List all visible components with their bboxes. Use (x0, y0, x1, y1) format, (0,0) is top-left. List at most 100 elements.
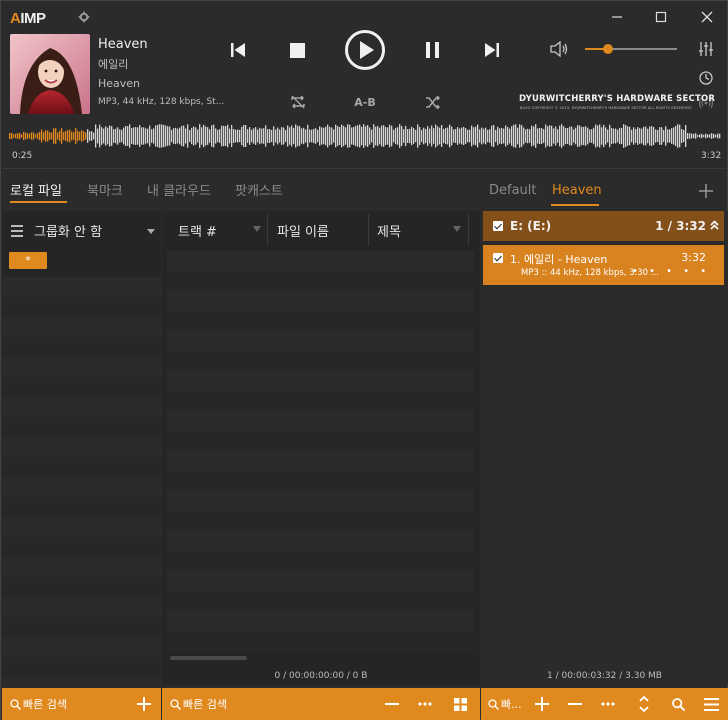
repeat-off-icon[interactable] (288, 93, 308, 111)
volume-slider-knob[interactable] (603, 44, 613, 54)
table-row (167, 531, 474, 551)
tab-podcasts[interactable]: 팟캐스트 (235, 180, 283, 199)
waveform-bar (443, 128, 445, 144)
play-button[interactable] (344, 29, 386, 71)
playlist-item[interactable]: 1. 에일리 - Heaven 3:32 MP3 :: 44 kHz, 128 … (483, 245, 724, 285)
menu-lines-icon[interactable] (11, 225, 23, 240)
collapse-chevron-icon[interactable] (710, 220, 719, 233)
tab-bookmarks[interactable]: 북마크 (87, 180, 123, 199)
waveform-bar (97, 128, 99, 144)
grouping-dropdown[interactable]: 그룹화 안 함 (34, 221, 102, 240)
waveform-bar (271, 129, 273, 143)
sort-icon[interactable] (633, 693, 655, 715)
column-header-filename[interactable]: 파일 이름 (277, 221, 329, 240)
filter-chip-all[interactable]: * (9, 252, 47, 269)
waveform-bar (213, 124, 215, 148)
right-quick-search-input[interactable]: 빠... (501, 696, 522, 712)
column-header-track[interactable]: 트랙 # (178, 221, 217, 240)
equalizer-icon[interactable] (697, 40, 715, 58)
waveform-bar (411, 126, 413, 146)
waveform-bar (439, 127, 441, 145)
total-time: 3:32 (701, 151, 722, 161)
waveform-bar (263, 128, 265, 144)
waveform-bar (579, 125, 581, 147)
waveform-bar (177, 128, 179, 144)
column-header-title[interactable]: 제목 (377, 221, 401, 240)
chevron-down-icon[interactable] (147, 229, 155, 234)
previous-track-icon[interactable] (227, 39, 249, 61)
waveform-bar (201, 127, 203, 145)
stop-icon[interactable] (286, 39, 308, 61)
waveform-bar (27, 133, 29, 139)
item-checkbox[interactable] (493, 253, 503, 263)
table-row (167, 511, 474, 531)
list-row (2, 397, 161, 417)
waveform-bar (33, 132, 35, 140)
main-menu-icon[interactable] (700, 693, 722, 715)
filter-icon[interactable] (253, 226, 261, 232)
next-track-icon[interactable] (481, 39, 503, 61)
shuffle-icon[interactable] (422, 93, 442, 111)
grid-view-icon[interactable] (449, 693, 471, 715)
waveform-bar (545, 124, 547, 148)
volume-icon[interactable] (549, 39, 569, 59)
minimize-button[interactable] (605, 7, 629, 27)
playlist-group-header[interactable]: E: (E:) 1 / 3:32 (483, 211, 724, 241)
waveform-bar (79, 131, 81, 141)
waveform-bar (449, 124, 451, 148)
add-files-icon[interactable] (531, 693, 553, 715)
more-options-icon[interactable] (414, 693, 436, 715)
pause-icon[interactable] (421, 39, 443, 61)
waveform-seekbar[interactable] (9, 121, 721, 151)
close-button[interactable] (695, 7, 719, 27)
track-format-info: MP3, 44 kHz, 128 kbps, St... (98, 97, 225, 107)
waveform-bar (689, 133, 691, 139)
horizontal-scrollbar[interactable] (170, 656, 247, 660)
table-row (167, 411, 474, 431)
settings-gear-icon[interactable] (78, 11, 90, 23)
waveform-bar (363, 124, 365, 148)
rating-dots[interactable]: • • • • • (632, 266, 710, 277)
column-separator[interactable] (267, 214, 268, 246)
column-separator[interactable] (468, 214, 469, 246)
waveform-bar (17, 133, 19, 139)
waveform-bar (49, 132, 51, 140)
add-playlist-icon[interactable] (699, 179, 713, 203)
scheduler-clock-icon[interactable] (697, 69, 715, 87)
list-row (2, 277, 161, 297)
waveform-bar (255, 127, 257, 145)
waveform-bar (293, 127, 295, 145)
waveform-bar (67, 130, 69, 142)
playlist-search-icon[interactable] (667, 693, 689, 715)
waveform-bar (613, 128, 615, 144)
ab-repeat-button[interactable]: A-B (351, 93, 379, 111)
tab-my-cloud[interactable]: 내 클라우드 (147, 180, 211, 199)
more-options-icon[interactable] (597, 693, 619, 715)
tab-local-files[interactable]: 로컬 파일 (10, 180, 62, 199)
remove-files-icon[interactable] (564, 693, 586, 715)
mid-quick-search-input[interactable]: 빠른 검색 (183, 696, 227, 712)
waveform-bar (141, 127, 143, 145)
waveform-bar (117, 127, 119, 145)
maximize-button[interactable] (649, 7, 673, 27)
waveform-bar (211, 125, 213, 147)
left-quick-search-input[interactable]: 빠른 검색 (23, 696, 67, 712)
waveform-bar (533, 126, 535, 146)
waveform-bar (173, 128, 175, 144)
list-row (2, 377, 161, 397)
column-separator[interactable] (368, 214, 369, 246)
table-row (167, 251, 474, 271)
waveform-bar (315, 128, 317, 144)
waveform-bar (135, 127, 137, 145)
playlist-tab-default[interactable]: Default (489, 183, 537, 198)
waveform-bar (91, 131, 93, 141)
waveform-bar (221, 125, 223, 147)
group-checkbox[interactable] (493, 221, 503, 231)
list-row (2, 557, 161, 577)
remove-icon[interactable] (381, 693, 403, 715)
waveform-bar (627, 126, 629, 146)
filter-icon[interactable] (453, 226, 461, 232)
add-icon[interactable] (133, 693, 155, 715)
playlist-tab-heaven[interactable]: Heaven (552, 183, 602, 198)
waveform-bar (527, 128, 529, 144)
